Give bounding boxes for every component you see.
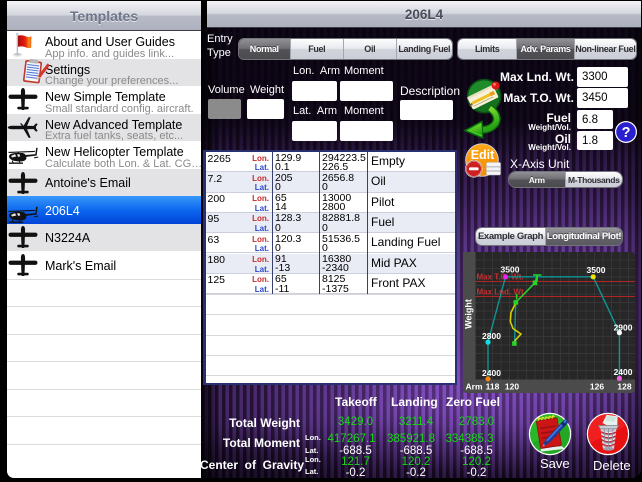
svg-text:Arm: Arm — [466, 382, 483, 392]
svg-text:118: 118 — [486, 382, 500, 392]
svg-text:2900: 2900 — [614, 323, 633, 333]
svg-text:126: 126 — [590, 382, 604, 392]
svg-text:Edit: Edit — [471, 148, 495, 162]
svg-text:128: 128 — [617, 382, 631, 392]
svg-text:3500: 3500 — [501, 265, 520, 275]
svg-text:2800: 2800 — [482, 331, 501, 341]
svg-text:2400: 2400 — [614, 367, 633, 377]
svg-text:120: 120 — [505, 382, 519, 392]
svg-text:3500: 3500 — [587, 265, 606, 275]
svg-text:2400: 2400 — [482, 368, 501, 378]
svg-text:Weight: Weight — [464, 299, 474, 329]
svg-text:?: ? — [622, 125, 631, 141]
